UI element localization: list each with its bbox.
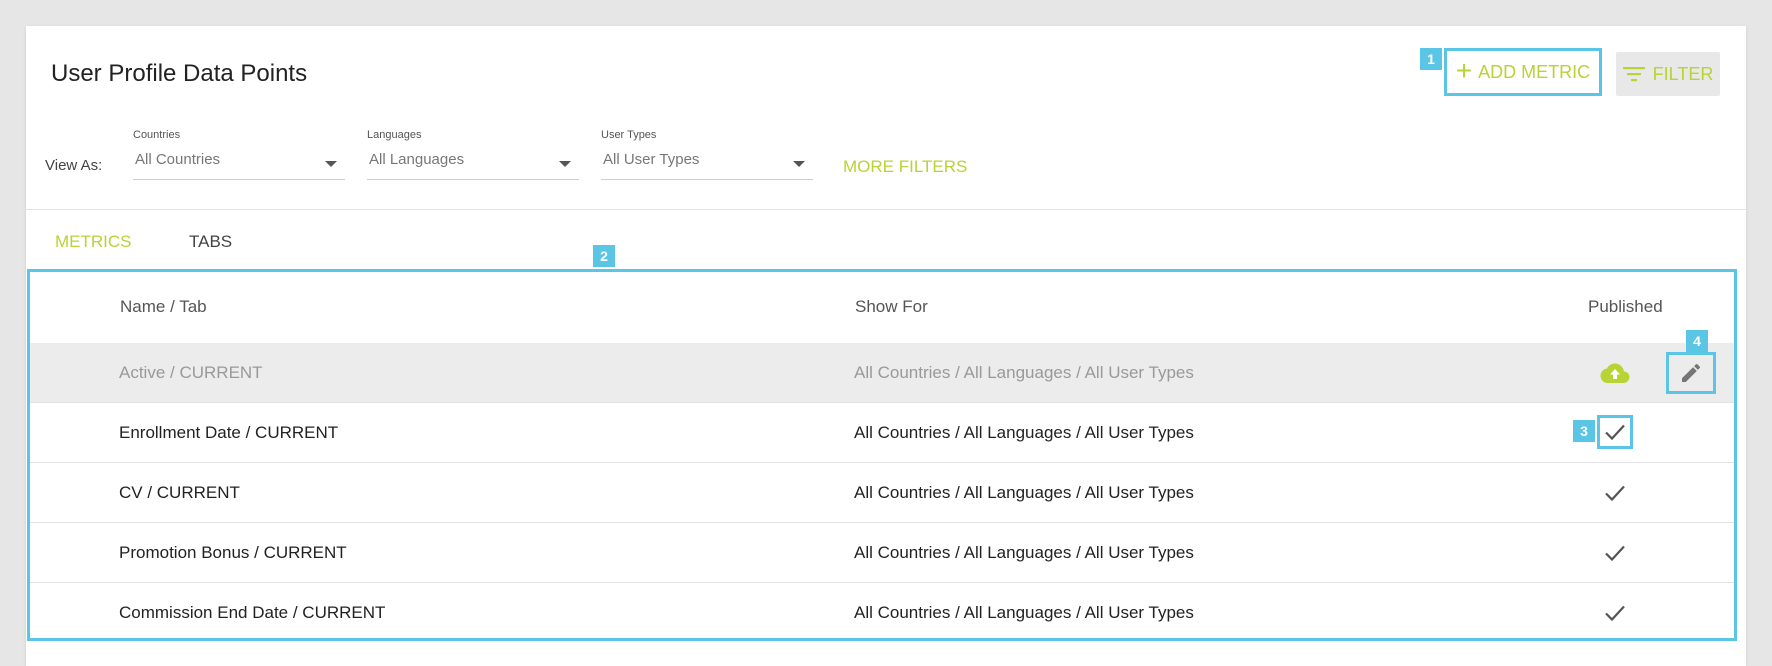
row-show-for: All Countries / All Languages / All User…	[854, 363, 1194, 382]
add-metric-label: ADD METRIC	[1478, 61, 1591, 82]
check-icon	[1600, 478, 1630, 508]
filter-icon	[1622, 67, 1645, 82]
view-as-label: View As:	[45, 157, 103, 174]
tab-tabs[interactable]: TABS	[189, 232, 232, 252]
table-row[interactable]: Enrollment Date / CURRENT All Countries …	[30, 403, 1734, 463]
more-filters-button[interactable]: MORE FILTERS	[843, 157, 967, 177]
column-header-name[interactable]: Name / Tab	[120, 297, 207, 317]
row-show-for: All Countries / All Languages / All User…	[854, 483, 1194, 502]
filter-button[interactable]: FILTER	[1616, 52, 1720, 96]
check-icon	[1600, 598, 1630, 628]
row-name: CV / CURRENT	[119, 483, 240, 502]
chevron-down-icon	[325, 161, 337, 167]
row-name: Enrollment Date / CURRENT	[119, 423, 339, 442]
tab-metrics[interactable]: METRICS	[55, 232, 132, 252]
filter-label: FILTER	[1652, 63, 1714, 84]
annotation-badge-2: 2	[593, 245, 615, 267]
row-name: Commission End Date / CURRENT	[119, 603, 386, 622]
add-metric-button[interactable]: + ADD METRIC	[1444, 48, 1602, 96]
edit-button[interactable]	[1666, 352, 1716, 394]
table-row[interactable]: Commission End Date / CURRENT All Countr…	[30, 583, 1734, 643]
page-title: User Profile Data Points	[51, 60, 308, 87]
languages-select-value: All Languages	[369, 151, 465, 168]
table-header: Name / Tab Show For Published	[30, 272, 1734, 344]
chevron-down-icon	[793, 161, 805, 167]
user-types-select[interactable]: User Types All User Types	[601, 129, 813, 180]
annotation-badge-3: 3	[1573, 420, 1595, 442]
row-name: Active / CURRENT	[119, 363, 263, 382]
check-icon	[1597, 415, 1633, 449]
languages-select-label: Languages	[367, 129, 422, 141]
table-row[interactable]: Active / CURRENT All Countries / All Lan…	[30, 330, 1734, 403]
languages-select[interactable]: Languages All Languages	[367, 129, 579, 180]
row-show-for: All Countries / All Languages / All User…	[854, 423, 1194, 442]
chevron-down-icon	[559, 161, 571, 167]
countries-select-value: All Countries	[135, 151, 221, 168]
column-header-published[interactable]: Published	[1588, 297, 1663, 317]
metrics-table: Name / Tab Show For Published Active / C…	[27, 269, 1737, 641]
table-row[interactable]: Promotion Bonus / CURRENT All Countries …	[30, 523, 1734, 583]
user-types-select-value: All User Types	[603, 151, 700, 168]
header-divider	[26, 209, 1746, 210]
pencil-icon	[1682, 363, 1701, 382]
cloud-upload-icon[interactable]	[1600, 358, 1630, 388]
countries-select[interactable]: Countries All Countries	[133, 129, 345, 180]
annotation-badge-4: 4	[1686, 330, 1708, 352]
main-card: User Profile Data Points 1 + ADD METRIC …	[26, 26, 1746, 666]
plus-icon: +	[1455, 54, 1473, 86]
table-row[interactable]: CV / CURRENT All Countries / All Languag…	[30, 463, 1734, 523]
countries-select-label: Countries	[133, 129, 181, 141]
row-show-for: All Countries / All Languages / All User…	[854, 543, 1194, 562]
check-icon	[1600, 538, 1630, 568]
row-name: Promotion Bonus / CURRENT	[119, 543, 347, 562]
annotation-badge-1: 1	[1420, 48, 1442, 70]
user-types-select-label: User Types	[601, 129, 657, 141]
column-header-show-for[interactable]: Show For	[855, 297, 928, 317]
row-show-for: All Countries / All Languages / All User…	[854, 603, 1194, 622]
